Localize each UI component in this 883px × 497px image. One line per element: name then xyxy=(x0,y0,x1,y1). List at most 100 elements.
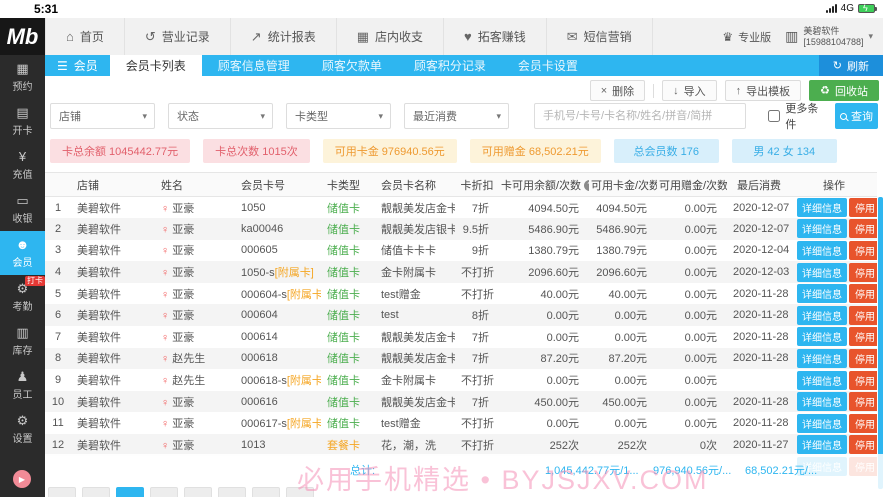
refresh-button[interactable]: ↻ 刷新 xyxy=(818,55,883,76)
cell-card-number: 000614 xyxy=(235,326,321,348)
tab-card-settings[interactable]: 会员卡设置 xyxy=(502,55,594,76)
disable-button[interactable]: 停用 xyxy=(849,327,877,347)
filter-select-1[interactable]: 状态 ▾ xyxy=(168,103,273,129)
detail-info-button[interactable]: 详细信息 xyxy=(797,413,847,433)
card-type-label: 储值卡 xyxy=(327,245,360,258)
female-icon: ♀ xyxy=(161,375,170,388)
pagination-button[interactable] xyxy=(286,487,314,497)
detail-info-button[interactable]: 详细信息 xyxy=(797,262,847,282)
row-number: 11 xyxy=(52,417,64,430)
pagination-button[interactable] xyxy=(218,487,246,497)
nav-item-label: 短信营销 xyxy=(583,30,632,44)
disable-button[interactable]: 停用 xyxy=(849,392,877,412)
member-name: 亚豪 xyxy=(172,267,195,280)
pagination-button[interactable] xyxy=(184,487,212,497)
cell-balance: 5486.90元 xyxy=(528,223,579,236)
account-menu[interactable]: ▥ 美碧软件 [15988104788] ▾ xyxy=(785,26,873,48)
disable-button[interactable]: 停用 xyxy=(849,413,877,433)
cell-discount: 7折 xyxy=(471,353,489,366)
cell-shop: 美碧软件 xyxy=(77,439,121,452)
nav-item-business-log[interactable]: ↺ 营业记录 xyxy=(125,18,231,55)
female-icon: ♀ xyxy=(161,267,170,280)
tab-customer-points[interactable]: 顾客积分记录 xyxy=(398,55,502,76)
home-icon: ⌂ xyxy=(66,29,74,44)
detail-info-button[interactable]: 详细信息 xyxy=(797,348,847,368)
export-label: 导出模板 xyxy=(746,85,791,98)
nav-item-sms[interactable]: ✉ 短信营销 xyxy=(547,18,653,55)
sidebar-item-cashier[interactable]: ▭ 收银 xyxy=(0,187,45,231)
pagination-button[interactable] xyxy=(150,487,178,497)
tab-card-list[interactable]: 会员卡列表 xyxy=(109,55,202,76)
disable-button[interactable]: 停用 xyxy=(849,198,877,218)
detail-info-button[interactable]: 详细信息 xyxy=(797,305,847,325)
sidebar-item-booking[interactable]: ▦ 预约 xyxy=(0,55,45,99)
disable-button[interactable]: 停用 xyxy=(849,262,877,282)
filter-select-0[interactable]: 店铺 ▾ xyxy=(50,103,155,129)
help-icon[interactable]: ? xyxy=(584,180,589,192)
disable-button[interactable]: 停用 xyxy=(849,370,877,390)
more-conditions-checkbox[interactable] xyxy=(768,110,781,122)
tab-customer-info[interactable]: 顾客信息管理 xyxy=(202,55,306,76)
cell-last-consume: 2020-11-28 xyxy=(733,287,789,300)
cell-card-number: 000618 xyxy=(235,348,321,370)
sidebar-item-inventory[interactable]: ▥ 库存 xyxy=(0,319,45,363)
filter-select-3[interactable]: 最近消费 ▾ xyxy=(404,103,509,129)
sidebar-item-recharge[interactable]: ¥ 充值 xyxy=(0,143,45,187)
detail-info-button[interactable]: 详细信息 xyxy=(797,370,847,390)
pagination-button[interactable] xyxy=(116,487,144,497)
battery-charging-icon: ϟ xyxy=(858,3,877,13)
recycle-bin-button[interactable]: ♻ 回收站 xyxy=(809,80,879,101)
sidebar-item-member[interactable]: ☻ 会员 xyxy=(0,231,45,275)
search-input[interactable] xyxy=(534,103,747,129)
more-conditions-toggle[interactable]: 更多条件 xyxy=(768,100,823,132)
delete-button[interactable]: × 删除 xyxy=(589,80,646,101)
export-template-button[interactable]: ↑ 导出模板 xyxy=(724,80,802,101)
row-number: 9 xyxy=(54,374,62,387)
tab-customer-debt[interactable]: 顾客欠款单 xyxy=(306,55,398,76)
query-button[interactable]: 查询 xyxy=(835,103,879,129)
disable-button[interactable]: 停用 xyxy=(849,240,877,260)
pro-version-button[interactable]: ♛ 专业版 xyxy=(722,29,771,45)
row-number: 10 xyxy=(51,395,65,408)
detail-info-button[interactable]: 详细信息 xyxy=(797,392,847,412)
sidebar-item-staff[interactable]: ♟ 员工 xyxy=(0,363,45,407)
sidebar-item-attendance[interactable]: ⚙ 考勤 打卡 xyxy=(0,275,45,319)
table-scrollbar[interactable] xyxy=(878,197,883,489)
search-icon xyxy=(840,112,848,120)
app-logo[interactable]: Mb xyxy=(0,18,45,55)
query-label: 查询 xyxy=(851,111,874,123)
crown-icon: ♛ xyxy=(722,29,734,44)
detail-info-button[interactable]: 详细信息 xyxy=(797,240,847,260)
cell-balance: 4094.50元 xyxy=(528,202,579,215)
table-row: 12 美碧软件 ♀ 亚豪 1013 套餐卡 花，潮，洗 不打折 252次 252次 0次 2020-1… xyxy=(45,434,877,456)
content-area: × 删除 ↓ 导入 ↑ 导出模板 ♻ 回收站 店铺▾状态▾卡类型▾最近消费▾ 更 xyxy=(45,76,883,497)
detail-info-button[interactable]: 详细信息 xyxy=(797,219,847,239)
filter-select-2[interactable]: 卡类型 ▾ xyxy=(286,103,391,129)
cell-bonus: 0.00元 xyxy=(684,418,717,431)
detail-info-button[interactable]: 详细信息 xyxy=(797,435,847,455)
disable-button[interactable]: 停用 xyxy=(849,348,877,368)
cell-last-consume: 2020-11-28 xyxy=(733,352,789,365)
sidebar-item-open-card[interactable]: ▤ 开卡 xyxy=(0,99,45,143)
nav-item-marketing[interactable]: ♥ 拓客赚钱 xyxy=(444,18,547,55)
detail-info-button[interactable]: 详细信息 xyxy=(797,198,847,218)
chevron-down-icon: ▾ xyxy=(142,110,147,121)
nav-item-home[interactable]: ⌂ 首页 xyxy=(45,18,125,55)
cell-name: ♀ 赵先生 xyxy=(155,369,235,391)
nav-item-stats-report[interactable]: ↗ 统计报表 xyxy=(231,18,337,55)
pagination-button[interactable] xyxy=(252,487,280,497)
disable-button[interactable]: 停用 xyxy=(849,219,877,239)
detail-info-button[interactable]: 详细信息 xyxy=(797,327,847,347)
disable-button[interactable]: 停用 xyxy=(849,305,877,325)
detail-info-button[interactable]: 详细信息 xyxy=(797,284,847,304)
nav-item-store-finance[interactable]: ▦ 店内收支 xyxy=(337,18,445,55)
menu-toggle[interactable]: ☰ 会员 xyxy=(45,55,110,76)
disable-button[interactable]: 停用 xyxy=(849,284,877,304)
disable-button[interactable]: 停用 xyxy=(849,435,877,455)
play-button[interactable]: ▶ xyxy=(13,470,31,488)
table-row: 8 美碧软件 ♀ 赵先生 000618 储值卡 靓靓美发店金卡 7折 87.20元 87.20元 0… xyxy=(45,347,877,370)
pagination-button[interactable] xyxy=(48,487,76,497)
import-button[interactable]: ↓ 导入 xyxy=(662,80,717,101)
pagination-button[interactable] xyxy=(82,487,110,497)
sidebar-item-settings[interactable]: ⚙ 设置 xyxy=(0,407,45,451)
